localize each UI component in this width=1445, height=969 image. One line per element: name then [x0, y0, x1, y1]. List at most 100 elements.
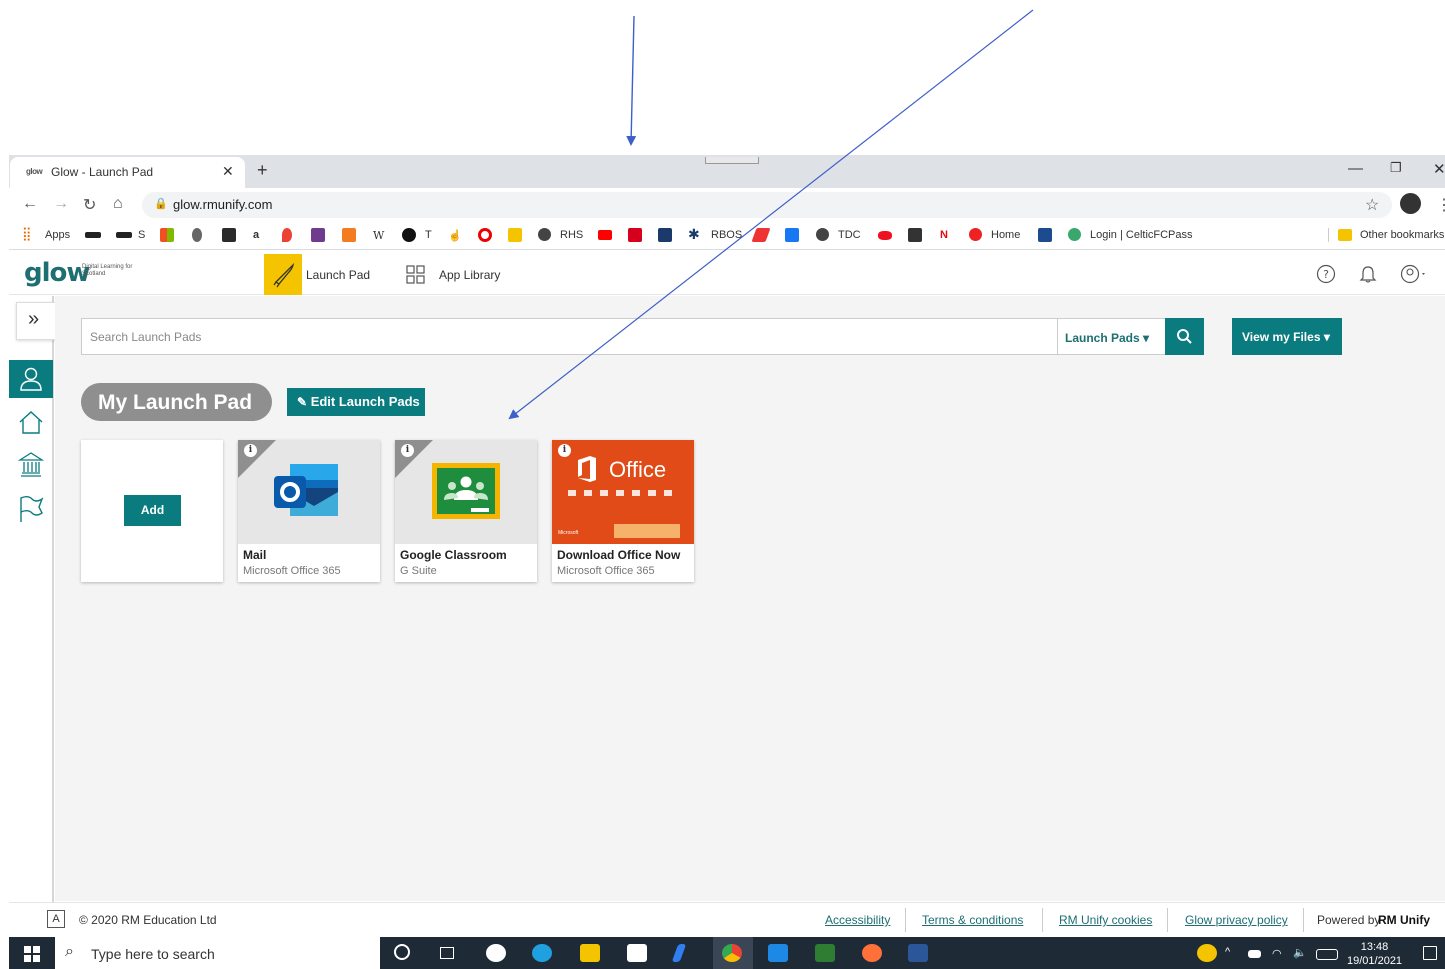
launch-pad-nav-icon[interactable]: [264, 254, 302, 295]
home-icon[interactable]: ⌂: [113, 195, 123, 213]
bookmark-o-icon[interactable]: [402, 228, 416, 242]
bookmark-apps[interactable]: Apps: [45, 229, 70, 241]
tray-chevron-icon[interactable]: ^: [1225, 946, 1230, 958]
back-icon[interactable]: ←: [22, 195, 38, 213]
bookmark-navy-icon[interactable]: [658, 228, 672, 242]
bookmark-rbos-icon[interactable]: ✱: [688, 226, 700, 243]
nav-app-library[interactable]: App Library: [439, 268, 500, 282]
bookmark-youtube-icon[interactable]: [598, 230, 612, 240]
bookmark-opera-icon[interactable]: [478, 228, 492, 242]
accessibility-toggle[interactable]: A: [47, 910, 65, 928]
file-explorer-icon[interactable]: [580, 944, 600, 962]
bookmark-other[interactable]: Other bookmarks: [1360, 229, 1444, 241]
app-window-icon[interactable]: [815, 944, 835, 962]
close-window-icon[interactable]: ✕: [1433, 160, 1445, 178]
sidebar-expand-button[interactable]: »: [16, 302, 56, 340]
footer-link-cookies[interactable]: RM Unify cookies: [1059, 913, 1152, 927]
keyboard-icon[interactable]: [1316, 949, 1338, 960]
bookmark-red-icon[interactable]: [628, 228, 642, 242]
footer-link-terms[interactable]: Terms & conditions: [922, 913, 1023, 927]
add-button[interactable]: Add: [124, 495, 181, 526]
edit-launch-pads-button[interactable]: ✎ Edit Launch Pads: [287, 388, 425, 416]
taskbar-search-box[interactable]: ⌕ Type here to search: [55, 937, 380, 969]
windows-start-icon[interactable]: [24, 946, 40, 962]
bookmark-amazon-icon[interactable]: a: [253, 229, 259, 241]
info-icon[interactable]: i: [558, 444, 571, 457]
bookmark-home[interactable]: Home: [991, 229, 1020, 241]
bookmark-rbos[interactable]: RBOS: [711, 229, 742, 241]
bookmark-rhs[interactable]: RHS: [560, 229, 583, 241]
mail-icon[interactable]: [768, 944, 788, 962]
home-sidebar-icon[interactable]: [18, 409, 44, 435]
battery-icon[interactable]: [1248, 950, 1261, 958]
firefox-icon[interactable]: [862, 944, 882, 962]
user-menu-icon[interactable]: [1400, 264, 1428, 284]
bookmark-s[interactable]: S: [138, 229, 145, 241]
bookmark-maps-icon[interactable]: [282, 228, 292, 242]
app-library-icon[interactable]: [406, 265, 426, 285]
window-drag-handle[interactable]: [705, 157, 759, 164]
bookmark-globe-icon[interactable]: [538, 228, 551, 241]
info-icon[interactable]: i: [401, 444, 414, 457]
bookmark-t[interactable]: T: [425, 229, 432, 241]
bookmark-pill-icon[interactable]: [878, 231, 892, 240]
glow-logo[interactable]: glow: [24, 258, 90, 288]
notifications-icon[interactable]: [1423, 946, 1437, 960]
itunes-icon[interactable]: [486, 944, 506, 962]
bookmark-home-icon[interactable]: [969, 228, 982, 241]
bookmark-facebook-icon[interactable]: [785, 228, 799, 242]
sidebar-item-my-launchpad[interactable]: [9, 360, 53, 398]
footer-link-privacy[interactable]: Glow privacy policy: [1185, 913, 1288, 927]
word-icon[interactable]: [908, 944, 928, 962]
close-tab-icon[interactable]: ✕: [222, 163, 234, 180]
footer-link-accessibility[interactable]: Accessibility: [825, 913, 890, 927]
search-button[interactable]: [1165, 318, 1204, 355]
app-tile-google-classroom[interactable]: i Google Classroom G Suite: [395, 440, 537, 582]
bookmark-wikipedia-icon[interactable]: W: [373, 229, 384, 242]
edge-icon[interactable]: [532, 944, 552, 962]
address-bar[interactable]: 🔒 glow.rmunify.com: [142, 192, 1392, 218]
task-view-icon[interactable]: [440, 947, 454, 959]
bookmark-glow-icon[interactable]: [311, 228, 325, 242]
wifi-icon[interactable]: ◠: [1272, 947, 1282, 960]
app-tile-download-office[interactable]: Office Microsoft i Download Office Now M…: [552, 440, 694, 582]
bookmark-yellow-icon[interactable]: [508, 228, 522, 242]
bookmark-bbc-icon[interactable]: [85, 232, 101, 238]
bookmark-apple-icon[interactable]: [192, 228, 202, 242]
school-building-icon[interactable]: [18, 451, 44, 479]
cortana-icon[interactable]: [394, 944, 410, 960]
taskbar-clock[interactable]: 13:48 19/01/2021: [1347, 940, 1402, 968]
bookmark-tdc[interactable]: TDC: [838, 229, 861, 241]
browser-tab[interactable]: glow Glow - Launch Pad ✕: [10, 157, 245, 188]
store-icon[interactable]: [627, 944, 647, 962]
app-tile-mail[interactable]: i Mail Microsoft Office 365: [238, 440, 380, 582]
info-icon[interactable]: i: [244, 444, 257, 457]
minimize-icon[interactable]: —: [1348, 160, 1363, 177]
tray-help-icon[interactable]: [1197, 944, 1217, 962]
chrome-icon[interactable]: [722, 944, 742, 962]
launch-pads-scope-dropdown[interactable]: Launch Pads ▾: [1057, 319, 1165, 354]
bookmark-bag-icon[interactable]: [222, 228, 236, 242]
view-my-files-button[interactable]: View my Files ▾: [1232, 318, 1342, 355]
forward-icon[interactable]: →: [53, 195, 69, 213]
bookmark-microsoft-icon[interactable]: [160, 228, 174, 242]
bookmark-hand-icon[interactable]: ☝: [448, 229, 462, 242]
nav-launch-pad[interactable]: Launch Pad: [306, 268, 370, 282]
bookmark-star-icon[interactable]: ☆: [1365, 195, 1379, 215]
bookmark-blue-icon[interactable]: [1038, 228, 1052, 242]
browser-menu-icon[interactable]: ⋮: [1436, 195, 1445, 215]
bookmark-dark-icon[interactable]: [908, 228, 922, 242]
notification-bell-icon[interactable]: [1358, 264, 1378, 284]
bookmark-globe2-icon[interactable]: [816, 228, 829, 241]
bookmark-netflix-icon[interactable]: N: [940, 229, 948, 241]
bookmark-celtic-icon[interactable]: [1068, 228, 1081, 241]
bookmark-bbc2-icon[interactable]: [116, 232, 132, 238]
reload-icon[interactable]: ↻: [83, 195, 96, 215]
volume-icon[interactable]: 🔈: [1293, 946, 1307, 959]
bookmark-e-icon[interactable]: [342, 228, 356, 242]
profile-icon[interactable]: [1400, 193, 1421, 214]
search-input[interactable]: [82, 319, 1056, 354]
restore-icon[interactable]: ❐: [1390, 160, 1402, 176]
flag-icon[interactable]: [18, 495, 44, 523]
help-icon[interactable]: ?: [1316, 264, 1336, 284]
